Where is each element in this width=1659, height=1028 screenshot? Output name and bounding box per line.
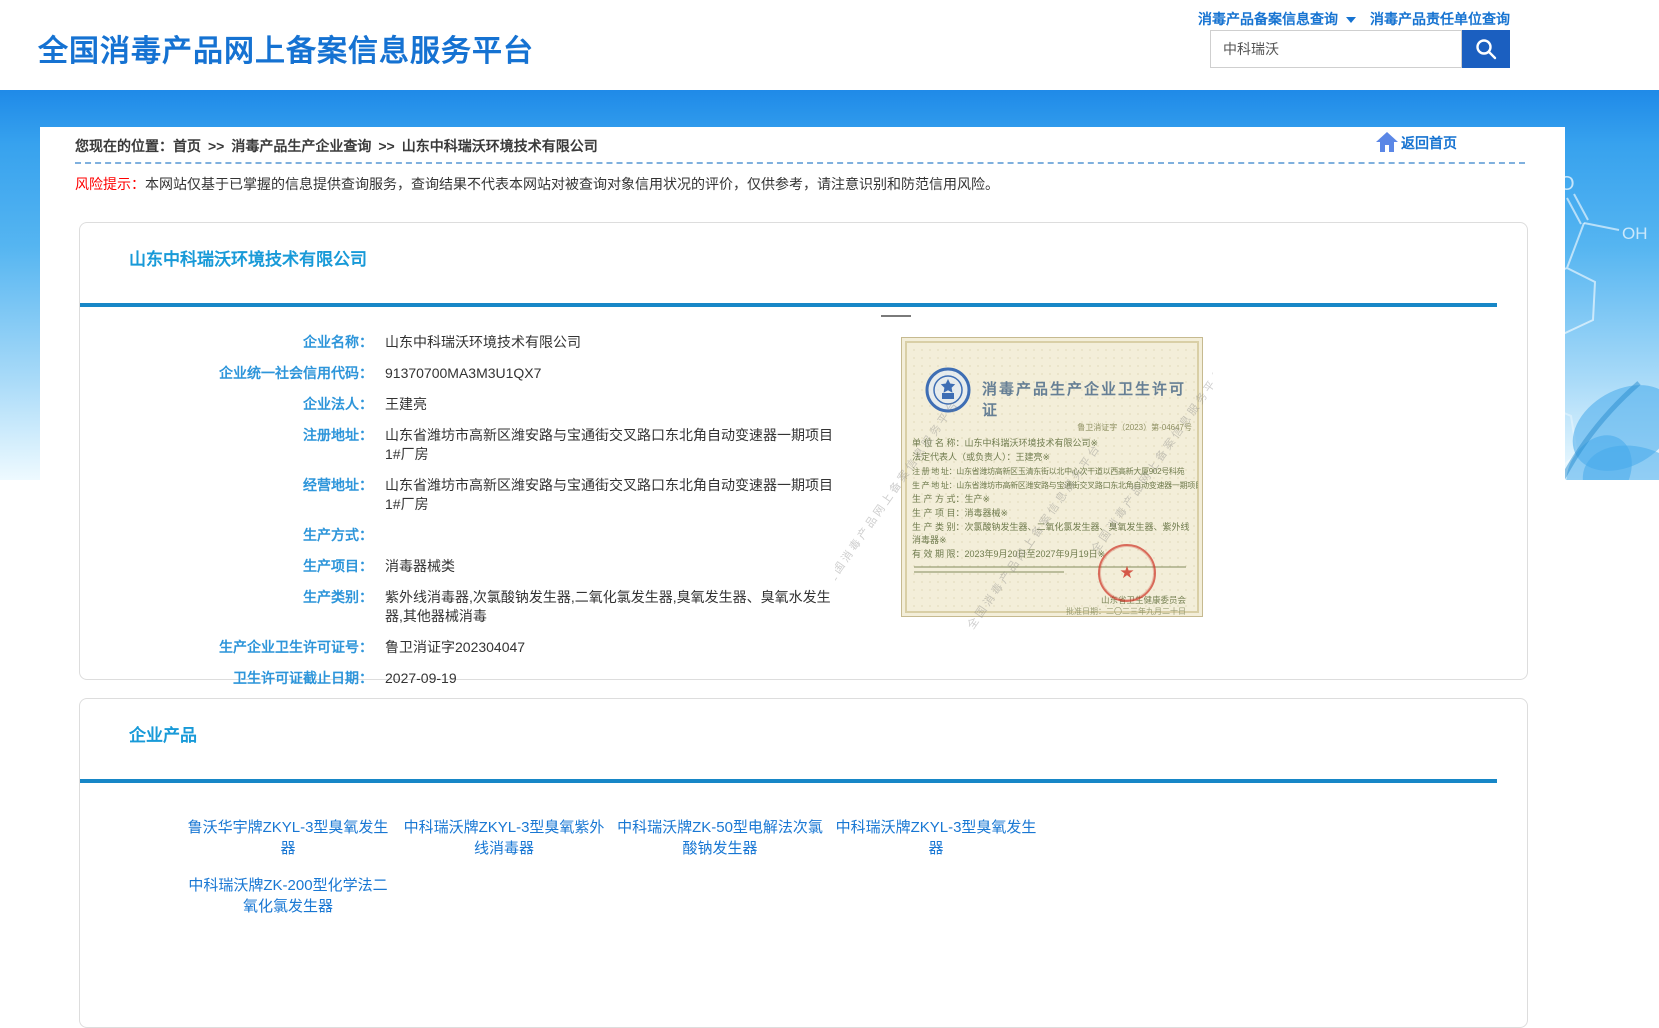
license-certificate-image: 全国消毒产品网上备案信息服务平台 全国消毒产品网上备案信息服务平台 全国消毒产品…: [835, 311, 1213, 631]
field-row: 生产方式：: [80, 520, 1527, 551]
main-content: 您现在的位置：首页 >> 消毒产品生产企业查询 >> 山东中科瑞沃环境技术有限公司 返回…: [40, 127, 1565, 919]
risk-notice-label: 风险提示：: [75, 176, 145, 192]
product-link[interactable]: 中科瑞沃牌ZKYL-3型臭氧紫外线消毒器: [396, 817, 612, 859]
field-row: 企业法人： 王建亮: [80, 389, 1527, 420]
chevron-down-icon[interactable]: [1346, 17, 1356, 23]
search-bar: [1210, 30, 1510, 68]
certificate-line: 注 册 地 址：山东省潍坊高新区玉清东街以北中心次干道以西高新大厦902号科苑: [912, 465, 1198, 478]
field-row: 生产项目： 消毒器械类: [80, 551, 1527, 582]
breadcrumb-row: 您现在的位置：首页 >> 消毒产品生产企业查询 >> 山东中科瑞沃环境技术有限公司 返回…: [40, 127, 1565, 158]
breadcrumb-separator: >>: [208, 138, 224, 154]
certificate-paper: 消毒产品生产企业卫生许可证 鲁卫消证字（2023）第-04647号 单 位 名 …: [901, 337, 1203, 617]
back-home-label: 返回首页: [1401, 133, 1457, 153]
product-link[interactable]: 中科瑞沃牌ZK-200型化学法二氧化氯发生器: [180, 875, 396, 917]
field-value: 消毒器械类: [385, 557, 455, 576]
field-value: 王建亮: [385, 395, 427, 414]
card-title-rule: [80, 779, 1497, 783]
field-label: 企业法人：: [80, 395, 373, 414]
company-info-card: 山东中科瑞沃环境技术有限公司 企业名称： 山东中科瑞沃环境技术有限公司 企业统一社…: [79, 222, 1528, 680]
risk-notice-text: 本网站仅基于已掌握的信息提供查询服务，查询结果不代表本网站对被查询对象信用状况的…: [145, 176, 999, 192]
field-label: 生产企业卫生许可证号：: [80, 638, 373, 657]
certificate-line: 有 效 期 限：2023年9月20日至2027年9月19日※: [912, 548, 1198, 561]
field-row: 卫生许可证截止日期： 2027-09-19: [80, 663, 1527, 694]
field-value: 2027-09-19: [385, 669, 457, 688]
certificate-line: 生 产 类 别：次氯酸钠发生器、二氧化氯发生器、臭氧发生器、紫外线消毒器※: [912, 521, 1198, 547]
search-input[interactable]: [1210, 30, 1462, 68]
field-label: 注册地址：: [80, 426, 373, 464]
product-link[interactable]: 中科瑞沃牌ZK-50型电解法次氯酸钠发生器: [612, 817, 828, 859]
certificate-line: 生 产 项 目：消毒器械※: [912, 507, 1198, 520]
company-card-title: 山东中科瑞沃环境技术有限公司: [129, 249, 1527, 271]
field-label: 企业名称：: [80, 333, 373, 352]
field-label: 企业统一社会信用代码：: [80, 364, 373, 383]
field-row: 注册地址： 山东省潍坊市高新区潍安路与宝通街交叉路口东北角自动变速器一期项目1#厂…: [80, 420, 1527, 470]
breadcrumb-current: 山东中科瑞沃环境技术有限公司: [402, 138, 598, 154]
product-link[interactable]: 中科瑞沃牌ZKYL-3型臭氧发生器: [828, 817, 1044, 859]
breadcrumb-section[interactable]: 消毒产品生产企业查询: [231, 138, 371, 154]
product-link[interactable]: 鲁沃华宇牌ZKYL-3型臭氧发生器: [180, 817, 396, 859]
home-icon: [1375, 131, 1399, 153]
risk-notice: 风险提示：本网站仅基于已掌握的信息提供查询服务，查询结果不代表本网站对被查询对象…: [75, 174, 1525, 194]
field-row: 生产企业卫生许可证号： 鲁卫消证字202304047: [80, 632, 1527, 663]
certificate-line: 法定代表人（或负责人）：王建亮※: [912, 451, 1198, 464]
certificate-line: 单 位 名 称：山东中科瑞沃环境技术有限公司※: [912, 437, 1198, 450]
back-home-link[interactable]: 返回首页: [1375, 131, 1457, 153]
certificate-line: 生 产 地 址：山东省潍坊市高新区潍安路与宝通街交叉路口东北角自动变速器一期项目…: [912, 479, 1198, 492]
national-emblem-icon: [924, 366, 972, 414]
field-value: 91370700MA3M3U1QX7: [385, 364, 541, 383]
field-row: 经营地址： 山东省潍坊市高新区潍安路与宝通街交叉路口东北角自动变速器一期项目1#厂…: [80, 470, 1527, 520]
products-card-title: 企业产品: [129, 725, 1527, 747]
field-label: 卫生许可证截止日期：: [80, 669, 373, 688]
field-value: 紫外线消毒器,次氯酸钠发生器,二氧化氯发生器,臭氧发生器、臭氧水发生器,其他器械…: [385, 588, 843, 626]
certificate-lines: 单 位 名 称：山东中科瑞沃环境技术有限公司※ 法定代表人（或负责人）：王建亮※…: [912, 437, 1198, 562]
breadcrumb-home[interactable]: 首页: [173, 138, 201, 154]
certificate-approve-date: 批准日期：二〇二三年九月二十日: [1066, 606, 1186, 617]
certificate-number: 鲁卫消证字（2023）第-04647号: [1077, 422, 1192, 433]
search-button[interactable]: [1462, 30, 1510, 68]
search-icon: [1474, 37, 1498, 61]
field-label: 生产项目：: [80, 557, 373, 576]
company-fields: 企业名称： 山东中科瑞沃环境技术有限公司 企业统一社会信用代码： 91370700M…: [80, 327, 1527, 694]
nav-link-record-info-query[interactable]: 消毒产品备案信息查询: [1198, 9, 1338, 29]
field-label: 生产方式：: [80, 526, 373, 545]
breadcrumb-prefix: 您现在的位置：: [75, 138, 173, 154]
field-row: 企业统一社会信用代码： 91370700MA3M3U1QX7: [80, 358, 1527, 389]
field-label: 生产类别：: [80, 588, 373, 626]
field-row: 企业名称： 山东中科瑞沃环境技术有限公司: [80, 327, 1527, 358]
field-value: 鲁卫消证字202304047: [385, 638, 525, 657]
products-grid: 鲁沃华宇牌ZKYL-3型臭氧发生器 中科瑞沃牌ZKYL-3型臭氧紫外线消毒器 中…: [180, 817, 1527, 917]
products-card: 企业产品 鲁沃华宇牌ZKYL-3型臭氧发生器 中科瑞沃牌ZKYL-3型臭氧紫外线…: [79, 698, 1528, 1028]
field-value: 山东省潍坊市高新区潍安路与宝通街交叉路口东北角自动变速器一期项目1#厂房: [385, 476, 843, 514]
certificate-title: 消毒产品生产企业卫生许可证: [982, 378, 1200, 420]
breadcrumb: 您现在的位置：首页 >> 消毒产品生产企业查询 >> 山东中科瑞沃环境技术有限公司: [75, 136, 1565, 156]
field-label: 经营地址：: [80, 476, 373, 514]
top-nav: 消毒产品备案信息查询 消毒产品责任单位查询: [1198, 9, 1510, 29]
field-value: 山东省潍坊市高新区潍安路与宝通街交叉路口东北角自动变速器一期项目1#厂房: [385, 426, 843, 464]
card-title-rule: [80, 303, 1497, 307]
site-header: 全国消毒产品网上备案信息服务平台 消毒产品备案信息查询 消毒产品责任单位查询: [0, 0, 1659, 90]
svg-text:OH: OH: [1622, 224, 1648, 243]
field-value: 山东中科瑞沃环境技术有限公司: [385, 333, 581, 352]
dashed-divider: [75, 162, 1525, 164]
nav-link-responsible-unit-query[interactable]: 消毒产品责任单位查询: [1370, 9, 1510, 29]
certificate-line: 生 产 方 式：生产※: [912, 493, 1198, 506]
breadcrumb-separator: >>: [378, 138, 394, 154]
scan-dash-mark: [881, 315, 911, 317]
red-seal-icon: ★: [1098, 544, 1156, 602]
site-title: 全国消毒产品网上备案信息服务平台: [38, 26, 534, 70]
field-row: 生产类别： 紫外线消毒器,次氯酸钠发生器,二氧化氯发生器,臭氧发生器、臭氧水发生器…: [80, 582, 1527, 632]
